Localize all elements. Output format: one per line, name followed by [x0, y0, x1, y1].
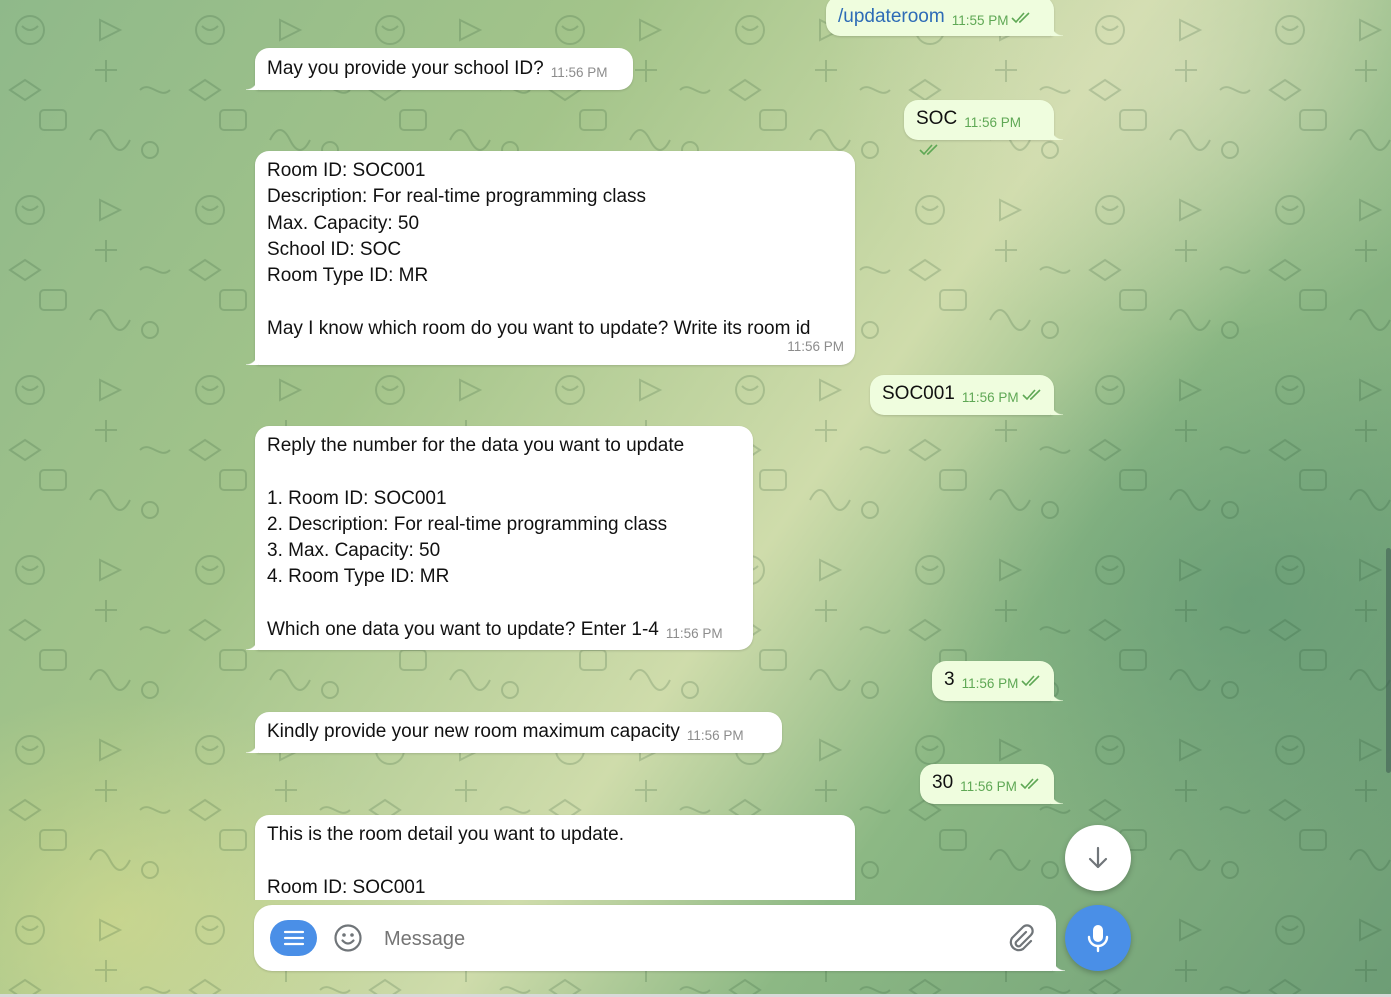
- message-outgoing[interactable]: SOC 11:56 PM: [904, 100, 1063, 156]
- message-time: 11:56 PM: [960, 779, 1017, 794]
- message-line: May I know which room do you want to upd…: [267, 317, 811, 339]
- message-line: 2. Description: For real-time programmin…: [267, 513, 668, 535]
- double-check-icon: [1021, 675, 1040, 687]
- emoji-button[interactable]: [332, 922, 364, 954]
- scroll-down-button[interactable]: [1065, 825, 1131, 891]
- double-check-icon: [1022, 389, 1041, 401]
- message-line: School ID: SOC: [267, 238, 402, 260]
- message-time: 11:56 PM: [665, 626, 723, 641]
- message-line: [267, 289, 843, 315]
- microphone-icon: [1087, 925, 1109, 953]
- message-line: This is the room detail you want to upda…: [267, 824, 624, 845]
- message-line: [267, 459, 741, 485]
- bot-menu-button[interactable]: [270, 920, 317, 956]
- message-time: 11:55 PM: [951, 13, 1009, 28]
- message-text: May you provide your school ID?: [267, 58, 544, 79]
- message-line: Room ID: SOC001: [267, 876, 426, 898]
- emoji-icon: [334, 924, 362, 952]
- double-check-icon: [919, 144, 938, 156]
- message-line: 1. Room ID: SOC001: [267, 487, 447, 509]
- message-time: 11:56 PM: [961, 390, 1019, 405]
- message-outgoing[interactable]: 3 11:56 PM: [932, 661, 1063, 701]
- double-check-icon: [1020, 778, 1039, 790]
- menu-icon: [283, 930, 304, 946]
- scrollbar-thumb[interactable]: [1386, 548, 1391, 773]
- message-text: SOC: [916, 108, 958, 129]
- message-time: 11:56 PM: [550, 65, 608, 80]
- message-line: 4. Room Type ID: MR: [267, 566, 450, 588]
- message-text: 30: [932, 772, 954, 793]
- message-line: Which one data you want to update? Enter…: [267, 619, 723, 641]
- message-line: Reply the number for the data you want t…: [267, 435, 685, 456]
- message-incoming[interactable]: Kindly provide your new room maximum cap…: [246, 712, 782, 753]
- voice-record-button[interactable]: [1065, 905, 1131, 971]
- command-link-updateroom[interactable]: /updateroom: [838, 6, 945, 27]
- message-text: Kindly provide your new room maximum cap…: [267, 721, 680, 742]
- message-outgoing[interactable]: SOC001 11:56 PM: [870, 375, 1063, 415]
- double-check-icon: [1011, 12, 1031, 24]
- message-line: Room ID: SOC001: [267, 160, 426, 181]
- message-line: Max. Capacity: 50: [267, 212, 420, 234]
- message-text: SOC001: [882, 383, 955, 404]
- message-time: 11:56 PM: [686, 728, 744, 743]
- message-incoming[interactable]: Room ID: SOC001 Description: For real-ti…: [246, 151, 855, 365]
- message-time: 11:56 PM: [964, 115, 1021, 130]
- message-composer: [254, 905, 1065, 971]
- paperclip-icon: [1009, 924, 1034, 952]
- message-line: [267, 848, 843, 874]
- message-time: 11:56 PM: [787, 338, 844, 354]
- message-incoming[interactable]: This is the room detail you want to upda…: [255, 815, 855, 900]
- message-input[interactable]: [382, 919, 986, 959]
- message-incoming[interactable]: May you provide your school ID? 11:56 PM: [246, 48, 633, 90]
- arrow-down-icon: [1088, 846, 1108, 869]
- message-text: 3: [944, 669, 955, 690]
- message-line: 3. Max. Capacity: 50: [267, 540, 441, 562]
- attach-button[interactable]: [1004, 922, 1036, 954]
- message-outgoing[interactable]: 30 11:56 PM: [920, 764, 1063, 804]
- message-incoming[interactable]: Reply the number for the data you want t…: [246, 426, 753, 650]
- message-line: Room Type ID: MR: [267, 265, 429, 287]
- message-outgoing[interactable]: /updateroom 11:55 PM: [826, 0, 1063, 36]
- message-clip: This is the room detail you want to upda…: [240, 800, 880, 900]
- message-time: 11:56 PM: [961, 676, 1019, 691]
- message-line: Description: For real-time programming c…: [267, 186, 647, 208]
- message-line: [267, 591, 741, 617]
